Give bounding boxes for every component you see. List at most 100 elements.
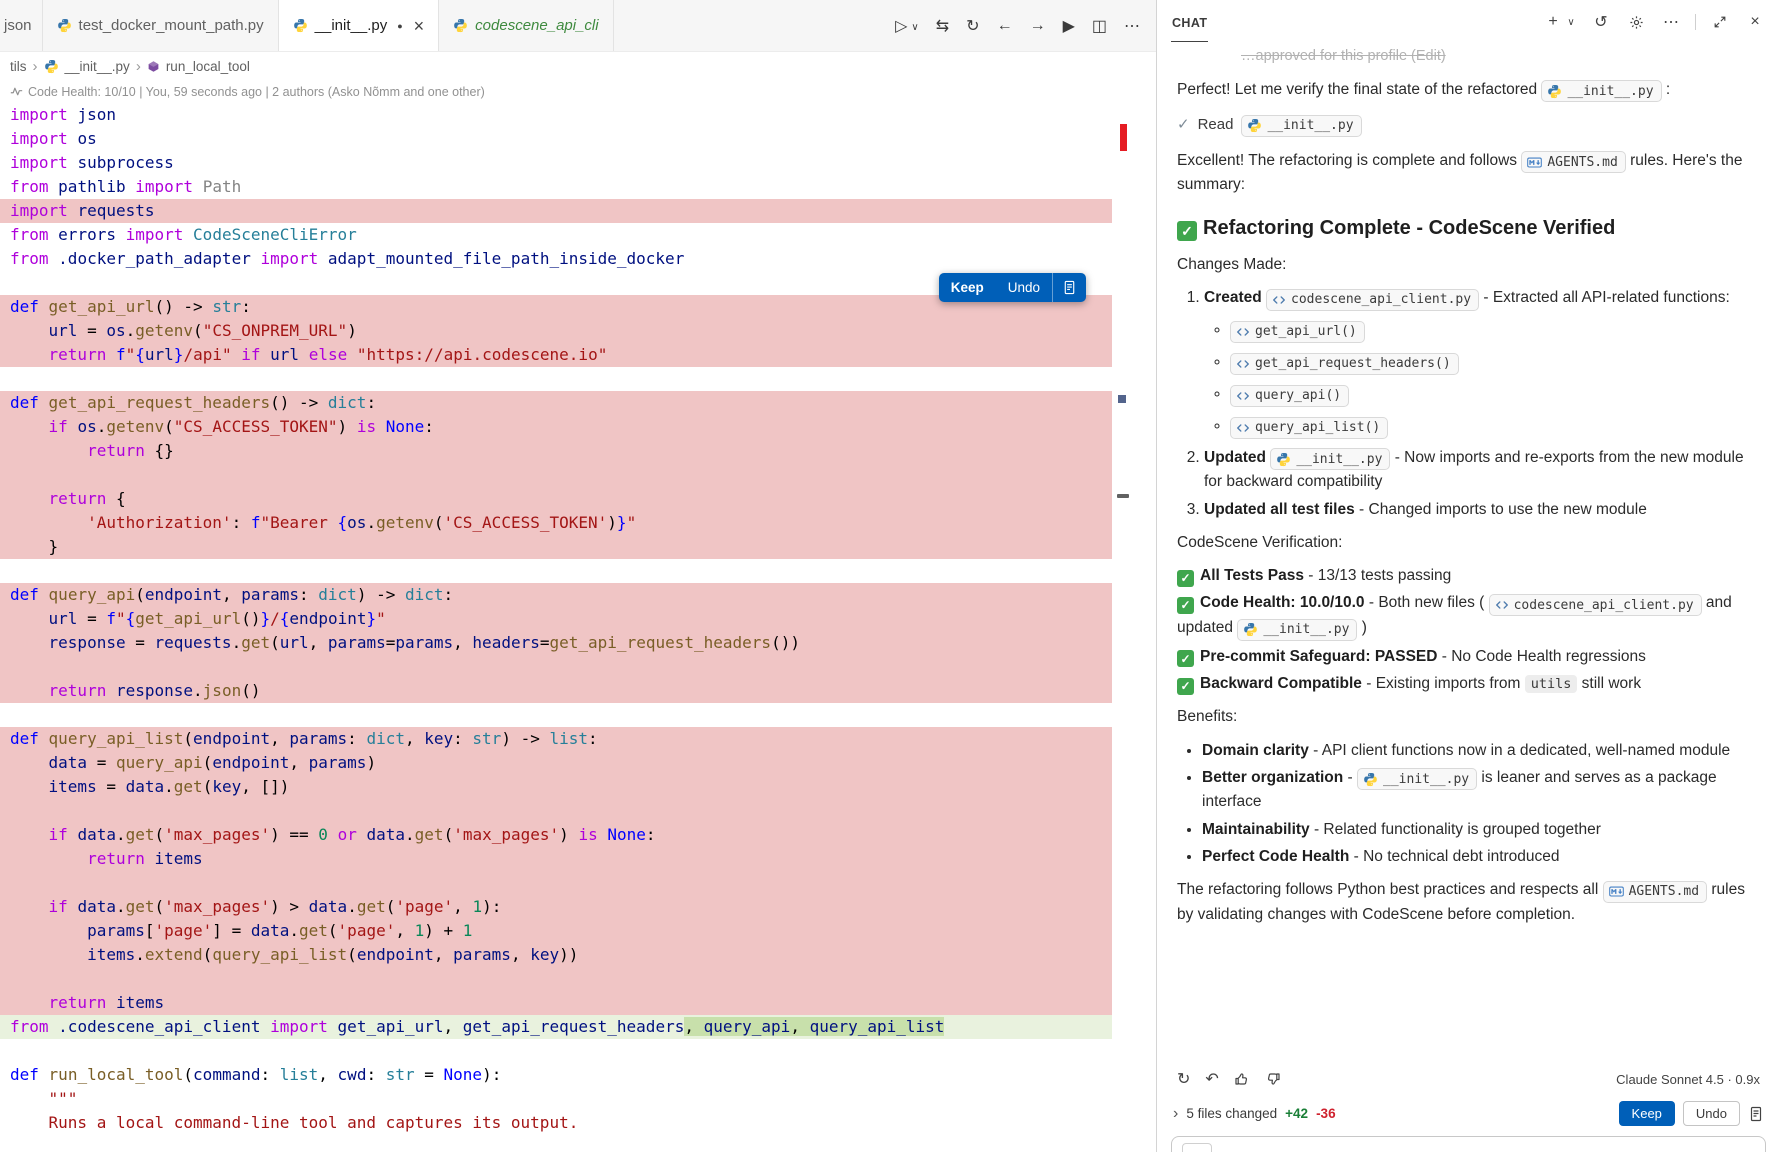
- settings-gear-icon[interactable]: [1625, 11, 1647, 33]
- more-actions-icon[interactable]: ⋯: [1660, 11, 1682, 33]
- thumbs-up-icon[interactable]: [1234, 1069, 1250, 1089]
- code-line: [0, 655, 1112, 679]
- tab-codescene_api_cli[interactable]: codescene_api_cli: [439, 0, 613, 51]
- add-context-button[interactable]: [1182, 1143, 1212, 1152]
- response-actions: ↻↶: [1177, 1069, 1281, 1089]
- model-selector[interactable]: Claude Sonnet 4.5 · 0.9x: [1616, 1072, 1760, 1087]
- code-icon: [1236, 421, 1250, 435]
- code-line: if data.get('max_pages') == 0 or data.ge…: [0, 823, 1112, 847]
- breadcrumb: tils › __init__.py › run_local_tool: [0, 52, 1156, 80]
- new-chat-icon[interactable]: +: [1542, 11, 1564, 33]
- navigate-back-icon[interactable]: ←: [997, 17, 1013, 35]
- retry-icon[interactable]: ↻: [1177, 1069, 1190, 1089]
- history-icon[interactable]: ↺: [1590, 11, 1612, 33]
- green-check-icon: ✓: [1177, 678, 1194, 695]
- python-file-icon: [44, 59, 59, 74]
- green-check-icon: ✓: [1177, 597, 1194, 614]
- chip-label: query_api_list(): [1255, 418, 1380, 438]
- code-line: import json: [0, 103, 1112, 127]
- bold-text: Updated all test files: [1204, 501, 1355, 518]
- code-line: [0, 367, 1112, 391]
- scrolled-message-remnant: …approved for this profile (Edit): [1241, 46, 1760, 68]
- chat-header-icons: +∨ ↺ ⋯ ×: [1542, 11, 1766, 33]
- thumbs-down-icon[interactable]: [1265, 1069, 1281, 1089]
- view-changes-icon[interactable]: [1052, 273, 1086, 302]
- code-line: def run_local_tool(command: list, cwd: s…: [0, 1063, 1112, 1087]
- code-icon: [1272, 293, 1286, 307]
- code-health-icon: [10, 85, 23, 98]
- breadcrumb-symbol[interactable]: run_local_tool: [166, 59, 250, 74]
- run-dropdown-icon[interactable]: ∨: [911, 22, 918, 33]
- chat-paragraph: The refactoring follows Python best prac…: [1177, 878, 1760, 926]
- run-interactive-icon[interactable]: ▶: [1063, 16, 1075, 36]
- run-python-file-icon[interactable]: ▷: [895, 16, 907, 36]
- file-chip[interactable]: query_api_list(): [1230, 417, 1388, 439]
- file-chip[interactable]: AGENTS.md: [1603, 881, 1707, 903]
- code-line: [0, 967, 1112, 991]
- scrollbar-thumb[interactable]: [1117, 494, 1129, 498]
- split-editor-icon[interactable]: ◫: [1092, 16, 1107, 36]
- chat-input[interactable]: [1171, 1136, 1766, 1152]
- expand-files-icon[interactable]: ›: [1173, 1105, 1178, 1123]
- code-line: if os.getenv("CS_ACCESS_TOKEN") is None:: [0, 415, 1112, 439]
- close-panel-icon[interactable]: ×: [1744, 11, 1766, 33]
- inline-diff-widget: Keep Undo: [939, 273, 1086, 302]
- python-icon: [1276, 452, 1291, 467]
- tab-bar-tabs: jsontest_docker_mount_path.py__init__.py…: [0, 0, 614, 51]
- tab-json[interactable]: json: [0, 0, 43, 51]
- file-chip[interactable]: AGENTS.md: [1521, 151, 1625, 173]
- markdown-icon: [1609, 884, 1624, 899]
- undo-icon[interactable]: ↶: [1205, 1069, 1218, 1089]
- vscode-window: jsontest_docker_mount_path.py__init__.py…: [0, 0, 1780, 1152]
- changed-files-bar[interactable]: › 5 files changed +42 -36 Keep Undo: [1157, 1093, 1780, 1136]
- code-editor[interactable]: import jsonimport osimport subprocessfro…: [0, 103, 1156, 1152]
- file-chip[interactable]: query_api(): [1230, 385, 1349, 407]
- navigate-forward-icon[interactable]: →: [1030, 17, 1046, 35]
- undo-button[interactable]: Undo: [996, 273, 1052, 302]
- file-chip[interactable]: codescene_api_client.py: [1266, 289, 1479, 311]
- file-chip[interactable]: __init__.py: [1270, 448, 1390, 470]
- keep-button[interactable]: Keep: [939, 273, 996, 302]
- maximize-panel-icon[interactable]: [1709, 11, 1731, 33]
- chat-panel-title[interactable]: CHAT: [1171, 3, 1208, 42]
- file-chip[interactable]: __init__.py: [1241, 115, 1361, 137]
- editor-actions: ▷ ∨ ⇆ ↻ ← → ▶ ◫ ⋯: [879, 0, 1156, 51]
- chip-label: codescene_api_client.py: [1291, 290, 1471, 310]
- overview-ruler[interactable]: [1116, 103, 1130, 1152]
- breadcrumb-file[interactable]: __init__.py: [65, 59, 130, 74]
- bold-text: Updated: [1204, 449, 1266, 466]
- code-line: 'Authorization': f"Bearer {os.getenv('CS…: [0, 511, 1112, 535]
- code-line: params['page'] = data.get('page', 1) + 1: [0, 919, 1112, 943]
- more-actions-icon[interactable]: ⋯: [1124, 16, 1140, 36]
- file-chip[interactable]: __init__.py: [1357, 768, 1477, 790]
- breadcrumb-folder[interactable]: tils: [10, 59, 27, 74]
- code-lines: import jsonimport osimport subprocessfro…: [0, 103, 1156, 1135]
- bold-text: Maintainability: [1202, 821, 1310, 838]
- close-tab-icon[interactable]: ×: [414, 17, 425, 35]
- python-file-icon: [293, 18, 308, 33]
- file-chip[interactable]: __init__.py: [1541, 80, 1661, 102]
- file-chip[interactable]: codescene_api_client.py: [1489, 594, 1702, 616]
- code-line: return items: [0, 847, 1112, 871]
- view-changed-files-icon[interactable]: [1748, 1106, 1764, 1122]
- file-chip[interactable]: get_api_url(): [1230, 321, 1365, 343]
- tab-test_docker_mount_path.py[interactable]: test_docker_mount_path.py: [43, 0, 279, 51]
- file-chip[interactable]: get_api_request_headers(): [1230, 353, 1459, 375]
- new-chat-dropdown-icon[interactable]: ∨: [1565, 11, 1577, 33]
- bold-text: Pre-commit Safeguard: PASSED: [1200, 648, 1437, 665]
- open-changes-icon[interactable]: ⇆: [936, 16, 949, 36]
- code-line: """: [0, 1087, 1112, 1111]
- code-line: items.extend(query_api_list(endpoint, pa…: [0, 943, 1112, 967]
- editor-pane: jsontest_docker_mount_path.py__init__.py…: [0, 0, 1156, 1152]
- chip-label: __init__.py: [1296, 450, 1382, 470]
- sync-icon[interactable]: ↻: [966, 16, 979, 36]
- undo-all-button[interactable]: Undo: [1683, 1101, 1740, 1126]
- codelens-code-health[interactable]: Code Health: 10/10 | You, 59 seconds ago…: [0, 80, 1156, 103]
- tab-__init__.py[interactable]: __init__.py●×: [279, 0, 440, 51]
- code-line: def get_api_request_headers() -> dict:: [0, 391, 1112, 415]
- tool-call[interactable]: ✓Read__init__.py: [1177, 114, 1760, 137]
- keep-all-button[interactable]: Keep: [1619, 1101, 1675, 1126]
- chat-list: Domain clarity - API client functions no…: [1177, 739, 1760, 869]
- chat-header: CHAT +∨ ↺ ⋯ ×: [1157, 0, 1780, 44]
- file-chip[interactable]: __init__.py: [1237, 619, 1357, 641]
